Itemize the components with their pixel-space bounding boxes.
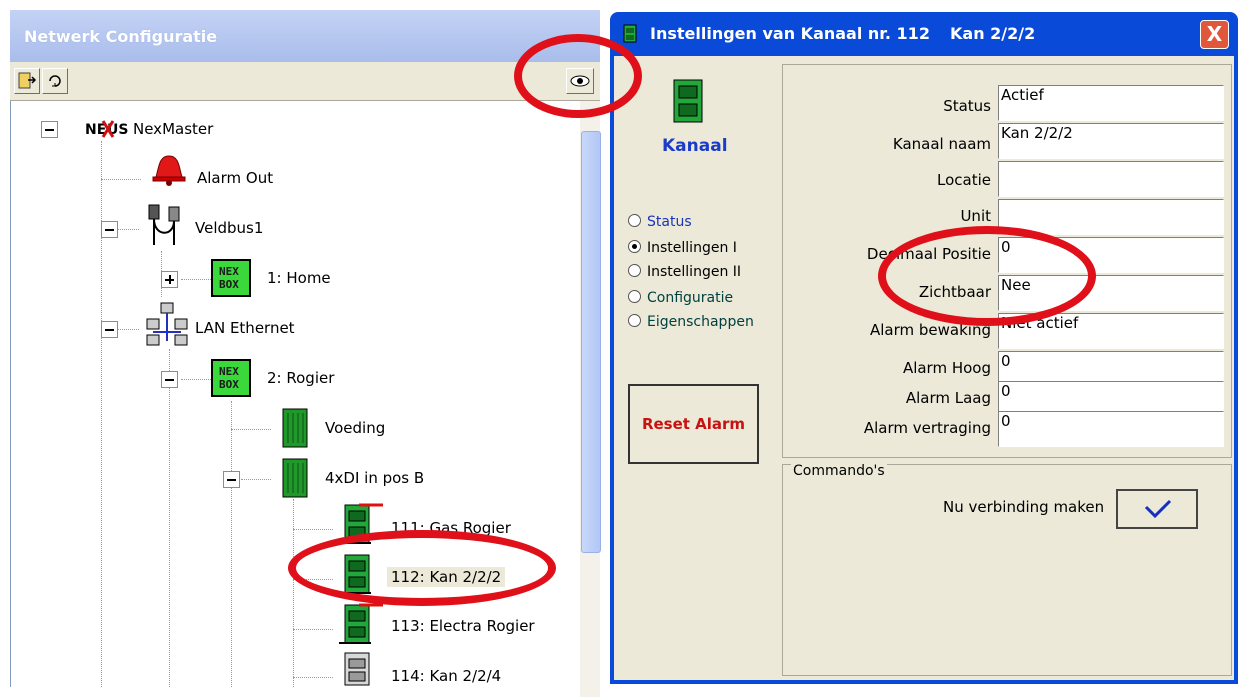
- prop-label: Alarm Hoog: [902, 359, 991, 377]
- network-config-titlebar: Netwerk Configuratie: [10, 10, 600, 62]
- refresh-button[interactable]: [42, 68, 68, 94]
- fieldbus-connector-icon: [148, 204, 180, 245]
- tree-node-label[interactable]: 4xDI in pos B: [325, 469, 424, 487]
- highlight-ring-zichtbaar: [878, 226, 1096, 326]
- radio-dot[interactable]: [628, 214, 641, 227]
- expander-rogier[interactable]: [161, 371, 178, 388]
- connect-label: Nu verbinding maken: [943, 498, 1105, 516]
- prop-label: Alarm Laag: [905, 389, 991, 407]
- prop-label: Kanaal naam: [892, 135, 991, 153]
- window-title: Netwerk Configuratie: [24, 27, 218, 46]
- tree-node-label[interactable]: 114: Kan 2/2/4: [391, 667, 501, 685]
- kanaal-heading: Kanaal: [662, 136, 728, 156]
- connect-now-button[interactable]: [1116, 489, 1198, 529]
- expander-lan-ethernet[interactable]: [101, 321, 118, 338]
- reset-alarm-button[interactable]: Reset Alarm: [628, 384, 759, 464]
- radio-instellingen-2[interactable]: Instellingen II: [628, 264, 741, 280]
- nexbox-icon: NEX BOX: [211, 259, 251, 297]
- svg-text:BOX: BOX: [219, 278, 239, 291]
- dialog-titlebar: Instellingen van Kanaal nr. 112 Kan 2/2/…: [610, 12, 1238, 56]
- channel-settings-dialog: Instellingen van Kanaal nr. 112 Kan 2/2/…: [610, 12, 1238, 684]
- tree-node-label[interactable]: NexMaster: [133, 120, 213, 138]
- checkmark-icon: [1144, 499, 1172, 519]
- commands-legend: Commando's: [791, 463, 887, 479]
- scrollbar-thumb[interactable]: [581, 131, 601, 553]
- radio-status[interactable]: Status: [628, 214, 692, 230]
- tree-scrollbar[interactable]: [580, 101, 601, 697]
- module-icon: [282, 408, 308, 448]
- highlight-ring-selected-node: [288, 530, 556, 606]
- highlight-ring-view-button: [514, 34, 642, 118]
- commands-group: Commando's Nu verbinding maken: [782, 463, 1232, 676]
- radio-dot[interactable]: [628, 314, 641, 327]
- close-button[interactable]: X: [1200, 20, 1229, 49]
- svg-text:NEX: NEX: [219, 365, 239, 378]
- radio-dot[interactable]: [628, 290, 641, 303]
- radio-configuratie[interactable]: Configuratie: [628, 290, 733, 306]
- svg-text:BOX: BOX: [219, 378, 239, 391]
- tree-node-label[interactable]: Alarm Out: [197, 169, 273, 187]
- dialog-body: Kanaal Status Instellingen I Instellinge…: [614, 56, 1234, 680]
- prop-label: Unit: [960, 207, 991, 225]
- kanaal-naam-field[interactable]: Kan 2/2/2: [998, 123, 1224, 159]
- svg-text:NEX: NEX: [219, 265, 239, 278]
- exit-door-icon: [18, 72, 37, 89]
- nexbox-icon: NEX BOX: [211, 359, 251, 397]
- channel-cabinet-icon: [339, 603, 383, 644]
- toolbar: [10, 62, 600, 101]
- expander-home[interactable]: [161, 271, 178, 288]
- radio-instellingen-1[interactable]: Instellingen I: [628, 240, 737, 256]
- channel-cabinet-icon: [673, 79, 703, 123]
- prop-label: Alarm vertraging: [863, 419, 991, 437]
- expander-4xdi[interactable]: [223, 471, 240, 488]
- channel-cabinet-icon: [623, 24, 637, 43]
- status-field[interactable]: Actief: [998, 85, 1224, 121]
- exit-button[interactable]: [14, 68, 40, 94]
- refresh-icon: [49, 75, 61, 87]
- channel-cabinet-grey-icon: [344, 652, 370, 686]
- tree-node-label[interactable]: 1: Home: [267, 269, 331, 287]
- radio-dot-selected[interactable]: [628, 240, 641, 253]
- nexus-logo: NE US: [85, 120, 128, 138]
- locatie-field[interactable]: [998, 161, 1224, 197]
- prop-label: Status: [943, 97, 991, 115]
- tree-node-label[interactable]: Veldbus1: [195, 219, 263, 237]
- tree-node-label[interactable]: Voeding: [325, 419, 385, 437]
- expander-nexmaster[interactable]: [41, 121, 58, 138]
- radio-dot[interactable]: [628, 264, 641, 277]
- dialog-title-channel: Kan 2/2/2: [950, 24, 1036, 43]
- tree-node-label[interactable]: 113: Electra Rogier: [391, 617, 535, 635]
- expander-veldbus1[interactable]: [101, 221, 118, 238]
- dialog-title: Instellingen van Kanaal nr. 112: [650, 24, 930, 43]
- tree-node-label[interactable]: 2: Rogier: [267, 369, 334, 387]
- alarm-bell-icon: [152, 155, 186, 186]
- tree-node-label[interactable]: LAN Ethernet: [195, 319, 295, 337]
- prop-label: Locatie: [937, 171, 991, 189]
- module-icon: [282, 458, 308, 498]
- alarm-vertraging-field[interactable]: 0: [998, 411, 1224, 447]
- network-icon: [146, 302, 188, 346]
- radio-eigenschappen[interactable]: Eigenschappen: [628, 314, 754, 330]
